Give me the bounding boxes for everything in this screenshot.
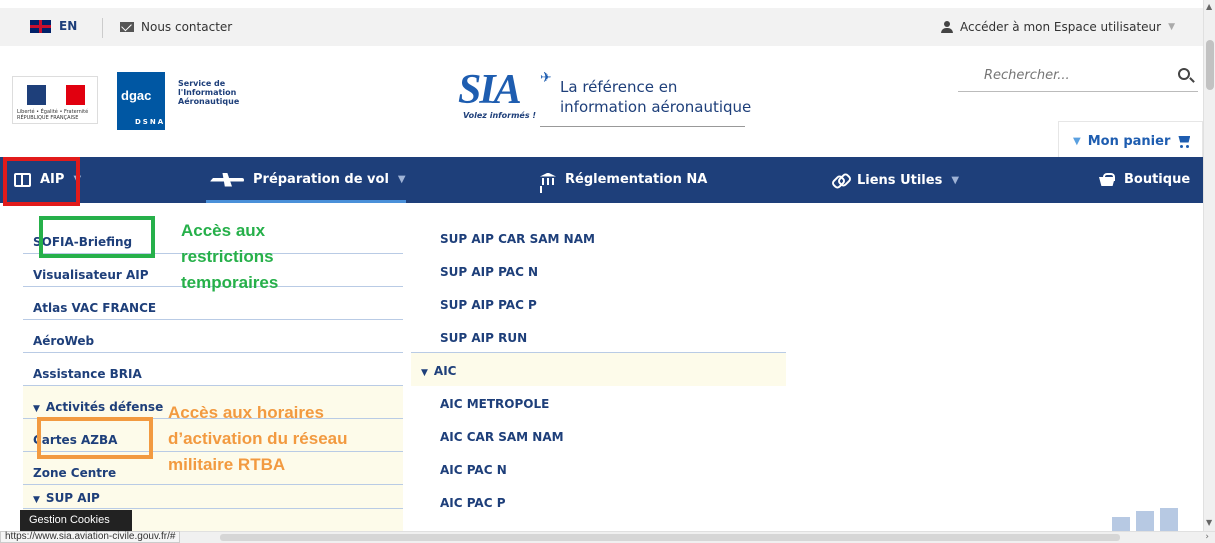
language-switch[interactable]: EN bbox=[30, 19, 77, 33]
active-nav-indicator bbox=[206, 200, 406, 203]
main-nav: AIP ▼ Préparation de vol ▼ Réglementatio… bbox=[0, 157, 1203, 203]
user-space-label: Accéder à mon Espace utilisateur bbox=[959, 20, 1162, 34]
shopping-cart-icon bbox=[1177, 136, 1192, 148]
sia-reference-line1: La référence en bbox=[560, 78, 678, 96]
chevron-down-icon: ▼ bbox=[951, 174, 960, 186]
horizontal-scrollbar[interactable]: › bbox=[0, 531, 1215, 543]
scroll-up-icon[interactable]: ▲ bbox=[1206, 2, 1212, 11]
search-box bbox=[958, 64, 1198, 92]
section-label: SUP AIP bbox=[45, 491, 100, 505]
uk-flag-icon bbox=[30, 19, 51, 33]
highlight-azba-box bbox=[37, 417, 153, 459]
decorative-logo bbox=[1112, 508, 1184, 531]
menu-item-sup-aip-run[interactable]: SUP AIP RUN bbox=[411, 320, 786, 353]
mail-icon bbox=[120, 22, 134, 32]
cart-tab[interactable]: ▼ Mon panier bbox=[1058, 121, 1203, 157]
nav-item-liens-utiles[interactable]: Liens Utiles ▼ bbox=[832, 172, 959, 188]
language-label: EN bbox=[59, 19, 78, 33]
bank-icon bbox=[540, 173, 556, 187]
menu-item-sup-aip-pac-p[interactable]: SUP AIP PAC P bbox=[411, 287, 786, 320]
dsna-label: DSNA bbox=[135, 118, 166, 126]
scrollbar-thumb[interactable] bbox=[220, 534, 1120, 541]
vertical-scrollbar[interactable]: ▲ ▼ bbox=[1203, 0, 1215, 531]
menu-item-assistance-bria[interactable]: Assistance BRIA bbox=[23, 353, 403, 386]
menu-item-sup-aip-car-sam-nam[interactable]: SUP AIP CAR SAM NAM bbox=[411, 221, 786, 254]
rf-text: Liberté • Égalité • Fraternité RÉPUBLIQU… bbox=[17, 109, 89, 121]
sia-tagline: Volez informés ! bbox=[463, 111, 537, 120]
dgac-name: dgac bbox=[121, 88, 152, 103]
scrollbar-thumb[interactable] bbox=[1206, 40, 1214, 90]
contact-link[interactable]: Nous contacter bbox=[120, 20, 232, 34]
chevron-down-icon: ▼ bbox=[1168, 22, 1175, 32]
menu-item-aic-pac-p[interactable]: AIC PAC P bbox=[411, 485, 786, 518]
cookies-button[interactable]: Gestion Cookies bbox=[20, 510, 132, 531]
chevron-down-icon: ▼ bbox=[397, 174, 406, 185]
plane-icon bbox=[210, 173, 244, 187]
link-icon bbox=[832, 172, 848, 188]
basket-icon bbox=[1099, 173, 1115, 186]
status-url: https://www.sia.aviation-civile.gouv.fr/… bbox=[0, 531, 181, 543]
nav-label: Préparation de vol bbox=[253, 172, 389, 187]
sia-reference-line2: information aéronautique bbox=[560, 98, 752, 116]
top-bar: EN Nous contacter Accéder à mon Espace u… bbox=[0, 8, 1203, 46]
nav-item-boutique[interactable]: Boutique bbox=[1099, 172, 1190, 187]
menu-item-aeroweb[interactable]: AéroWeb bbox=[23, 320, 403, 353]
annotation-restrictions: Accès aux restrictions temporaires bbox=[181, 221, 279, 292]
menu-item-aic-metropole[interactable]: AIC METROPOLE bbox=[411, 386, 786, 419]
search-input[interactable] bbox=[984, 68, 1164, 83]
nav-label: Boutique bbox=[1124, 172, 1191, 187]
dgac-service-label: Service de l'Information Aéronautique bbox=[178, 79, 240, 106]
triangle-down-icon: ▼ bbox=[33, 404, 40, 414]
scroll-right-icon[interactable]: › bbox=[1205, 532, 1209, 542]
section-label: AIC bbox=[433, 364, 457, 378]
caret-down-icon: ▼ bbox=[1073, 136, 1081, 147]
menu-section-sup-aip[interactable]: ▼ SUP AIP bbox=[23, 485, 403, 509]
triangle-down-icon: ▼ bbox=[421, 368, 428, 378]
section-label: Activités défense bbox=[45, 400, 164, 414]
republique-francaise-logo[interactable]: Liberté • Égalité • Fraternité RÉPUBLIQU… bbox=[12, 76, 98, 124]
contact-label: Nous contacter bbox=[141, 20, 233, 34]
user-space-link[interactable]: Accéder à mon Espace utilisateur ▼ bbox=[940, 20, 1175, 34]
sia-reference: La référence en information aéronautique bbox=[560, 77, 751, 117]
highlight-sofia-box bbox=[39, 216, 155, 258]
nav-item-preparation-vol[interactable]: Préparation de vol ▼ bbox=[210, 172, 406, 187]
menu-section-aic[interactable]: ▼ AIC bbox=[411, 353, 786, 386]
highlight-aip-box bbox=[3, 157, 80, 206]
triangle-down-icon: ▼ bbox=[33, 495, 40, 505]
nav-label: Réglementation NA bbox=[565, 172, 708, 187]
sia-logo[interactable]: SIA bbox=[458, 66, 522, 114]
scroll-down-icon[interactable]: ▼ bbox=[1206, 518, 1212, 527]
cart-link[interactable]: ▼ Mon panier bbox=[1073, 134, 1192, 149]
nav-item-reglementation[interactable]: Réglementation NA bbox=[540, 172, 707, 187]
divider bbox=[540, 126, 745, 127]
annotation-rtba: Accès aux horaires d’activation du résea… bbox=[168, 403, 348, 474]
divider bbox=[102, 18, 103, 38]
menu-item-sup-aip-pac-n[interactable]: SUP AIP PAC N bbox=[411, 254, 786, 287]
user-icon bbox=[940, 21, 953, 33]
menu-item-aic-pac-n[interactable]: AIC PAC N bbox=[411, 452, 786, 485]
nav-label: Liens Utiles bbox=[857, 172, 943, 188]
search-icon[interactable] bbox=[1178, 68, 1190, 80]
menu-item-aic-car-sam-nam[interactable]: AIC CAR SAM NAM bbox=[411, 419, 786, 452]
plane-small-icon: ✈ bbox=[540, 70, 552, 86]
rf-flag-icon bbox=[27, 85, 85, 105]
cart-label: Mon panier bbox=[1087, 134, 1171, 149]
